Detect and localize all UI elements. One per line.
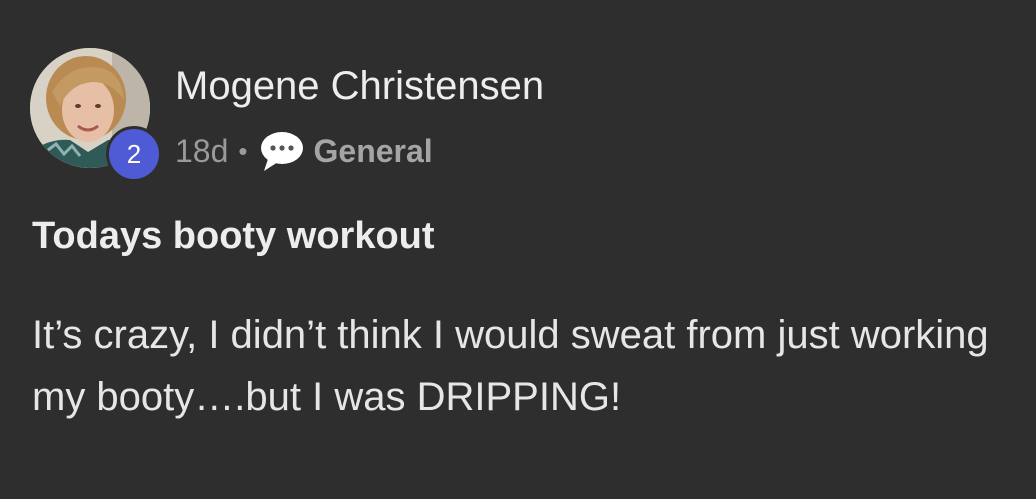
post-time: 18d xyxy=(175,132,229,169)
post-title[interactable]: Todays booty workout xyxy=(32,212,435,260)
author-name[interactable]: Mogene Christensen xyxy=(175,62,544,110)
community-post: 2 Mogene Christensen 18d • General Today… xyxy=(0,0,1036,499)
level-badge: 2 xyxy=(106,126,162,182)
author-avatar-group[interactable]: 2 xyxy=(30,48,162,182)
meta-separator: • xyxy=(238,135,248,166)
chat-bubble-icon xyxy=(258,129,306,173)
post-body: It’s crazy, I didn’t think I would sweat… xyxy=(32,313,989,419)
post-meta: 18d • General xyxy=(175,128,433,174)
post-category-link[interactable]: General xyxy=(314,133,433,170)
